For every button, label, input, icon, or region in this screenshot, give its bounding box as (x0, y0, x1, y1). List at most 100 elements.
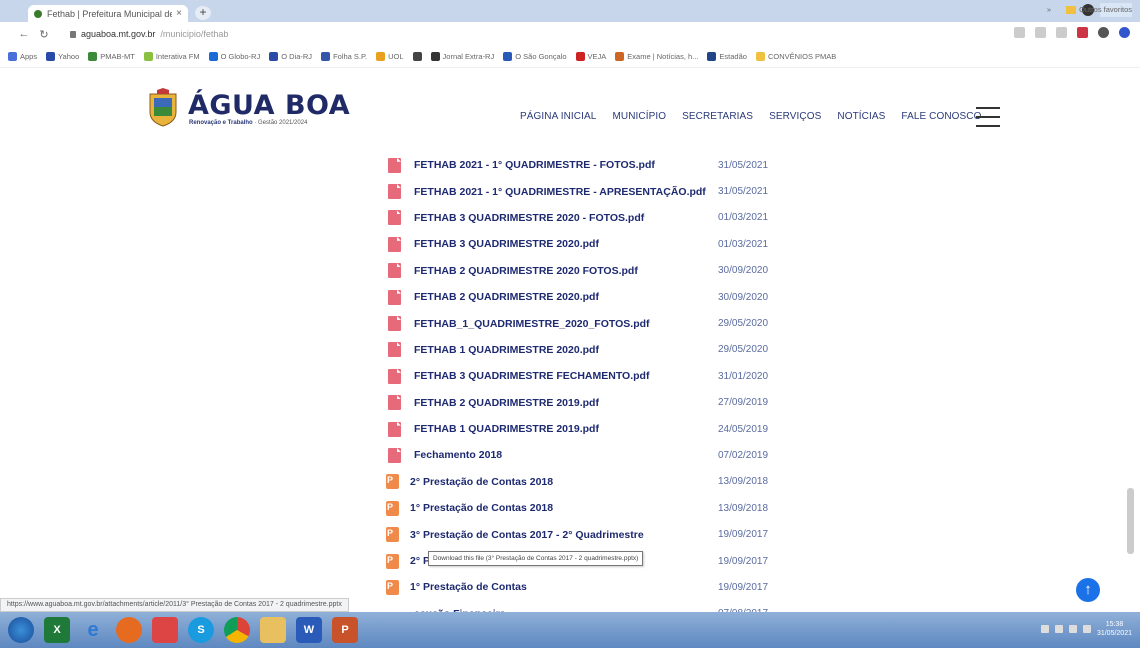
account-icon[interactable] (1119, 27, 1130, 38)
city-crest-icon[interactable] (146, 88, 180, 128)
nav-municipio[interactable]: MUNICÍPIO (612, 111, 666, 122)
file-download-link[interactable]: FETHAB 2 QUADRIMESTRE 2020 FOTOS.pdf (414, 265, 638, 277)
extension-pdf-icon[interactable] (1077, 27, 1088, 38)
site-logo-name[interactable]: ÁGUA BOA (188, 90, 350, 121)
file-download-link[interactable]: FETHAB 1 QUADRIMESTRE 2019.pdf (414, 423, 599, 435)
pdf-file-icon[interactable] (388, 236, 401, 252)
back-icon[interactable]: ← (14, 28, 34, 40)
scroll-to-top-button[interactable]: ↑ (1076, 578, 1100, 602)
pdf-file-icon[interactable] (388, 421, 401, 437)
bookmark-item[interactable]: O São Gonçalo (503, 52, 567, 61)
nav-noticias[interactable]: NOTÍCIAS (837, 111, 885, 122)
url-field[interactable]: aguaboa.mt.gov.br/municipio/fethab (70, 29, 228, 39)
file-download-link[interactable]: FETHAB 1 QUADRIMESTRE 2020.pdf (414, 344, 599, 356)
pdf-file-icon[interactable] (388, 263, 401, 279)
star-icon[interactable] (1056, 27, 1067, 38)
file-download-link[interactable]: FETHAB 2021 - 1° QUADRIMESTRE - APRESENT… (414, 186, 706, 198)
bookmark-item[interactable]: Jornal Extra-RJ (430, 52, 494, 61)
pdf-file-icon[interactable] (388, 157, 401, 173)
reload-icon[interactable]: ↻ (34, 28, 54, 41)
bookmark-item[interactable]: Estadão (707, 52, 747, 61)
file-download-link[interactable]: FETHAB 3 QUADRIMESTRE FECHAMENTO.pdf (414, 370, 649, 382)
lock-icon (70, 30, 76, 38)
pptx-file-icon[interactable] (386, 474, 399, 490)
pdf-file-icon[interactable] (388, 342, 401, 358)
url-host: aguaboa.mt.gov.br (81, 29, 156, 39)
powerpoint-icon[interactable]: P (332, 617, 358, 643)
bookmark-item[interactable]: Yahoo (46, 52, 79, 61)
clock[interactable]: 15:38 31/05/2021 (1097, 620, 1132, 638)
file-download-link[interactable]: 1° Prestação de Contas 2018 (410, 502, 553, 514)
file-date: 29/05/2020 (718, 344, 769, 356)
start-button-icon[interactable] (8, 617, 34, 643)
tab-close-icon[interactable]: × (176, 8, 182, 19)
bookmark-item[interactable]: CONVÊNIOS PMAB (755, 52, 836, 61)
nav-pagina-inicial[interactable]: PÁGINA INICIAL (520, 111, 596, 122)
bookmark-icon (8, 52, 17, 61)
bookmark-item[interactable]: Folha S.P. (321, 52, 367, 61)
file-download-link[interactable]: Fechamento 2018 (414, 449, 502, 461)
file-row: 2° Prestação de Contas 2018 13/09/2018 (384, 469, 804, 495)
bookmark-item[interactable] (412, 52, 422, 61)
file-download-link[interactable]: 1° Prestação de Contas (410, 581, 527, 593)
file-download-link[interactable]: FETHAB 2 QUADRIMESTRE 2019.pdf (414, 397, 599, 409)
bookmark-item[interactable]: UOL (376, 52, 404, 61)
bookmark-item[interactable]: O Dia-RJ (269, 52, 312, 61)
browser-tab[interactable]: Fethab | Prefeitura Municipal de × (28, 5, 188, 22)
pdf-file-icon[interactable] (388, 210, 401, 226)
file-download-link[interactable]: 3° Prestação de Contas 2017 - 2° Quadrim… (410, 529, 644, 541)
pptx-file-icon[interactable] (386, 527, 399, 543)
nav-secretarias[interactable]: SECRETARIAS (682, 111, 753, 122)
file-download-link[interactable]: 2° Prestação de Contas 2018 (410, 476, 553, 488)
skype-icon[interactable]: S (188, 617, 214, 643)
bookmark-item[interactable]: O Globo-RJ (208, 52, 260, 61)
pdf-file-icon[interactable] (388, 184, 401, 200)
file-explorer-icon[interactable] (260, 617, 286, 643)
pdf-file-icon[interactable] (388, 395, 401, 411)
other-bookmarks[interactable]: » Outros favoritos (1047, 5, 1132, 14)
link-status-bar: https://www.aguaboa.mt.gov.br/attachment… (0, 598, 349, 612)
file-download-link[interactable]: FETHAB 3 QUADRIMESTRE 2020 - FOTOS.pdf (414, 212, 644, 224)
chrome-icon[interactable] (224, 617, 250, 643)
excel-icon[interactable]: X (44, 617, 70, 643)
pdf-file-icon[interactable] (388, 447, 401, 463)
media-player-icon[interactable] (152, 617, 178, 643)
bookmark-item[interactable]: PMAB-MT (88, 52, 135, 61)
new-tab-button[interactable]: + (195, 6, 211, 20)
pdf-file-icon[interactable] (388, 368, 401, 384)
bookmark-icon (269, 52, 279, 61)
pptx-file-icon[interactable] (386, 553, 399, 569)
bookmark-item[interactable]: Interativa FM (143, 52, 200, 61)
pdf-file-icon[interactable] (388, 289, 401, 305)
bookmarks-more-icon[interactable]: » (1047, 5, 1051, 14)
pptx-file-icon[interactable] (386, 579, 399, 595)
pptx-file-icon[interactable] (386, 500, 399, 516)
network-icon[interactable] (1054, 625, 1063, 633)
flag-icon[interactable] (1082, 625, 1091, 633)
nav-servicos[interactable]: SERVIÇOS (769, 111, 821, 122)
bookmark-label: Apps (20, 52, 38, 61)
internet-explorer-icon[interactable]: e (80, 617, 106, 643)
file-download-link[interactable]: FETHAB 2 QUADRIMESTRE 2020.pdf (414, 291, 599, 303)
bookmark-item[interactable]: VEJA (575, 52, 606, 61)
nav-fale-conosco[interactable]: FALE CONOSCO (901, 111, 981, 122)
bookmark-icon (707, 52, 717, 61)
firefox-icon[interactable] (116, 617, 142, 643)
tray-up-icon[interactable] (1040, 625, 1049, 633)
word-icon[interactable]: W (296, 617, 322, 643)
volume-icon[interactable] (1068, 625, 1077, 633)
extensions-icon[interactable] (1098, 27, 1109, 38)
bookmark-item[interactable]: Apps (8, 52, 37, 61)
file-date: 19/09/2017 (718, 581, 769, 593)
pdf-file-icon[interactable] (388, 316, 401, 332)
file-download-link[interactable]: FETHAB_1_QUADRIMESTRE_2020_FOTOS.pdf (414, 318, 650, 330)
file-download-link[interactable]: FETHAB 2021 - 1° QUADRIMESTRE - FOTOS.pd… (414, 159, 655, 171)
clock-time: 15:38 (1105, 621, 1124, 628)
hamburger-menu-icon[interactable] (976, 107, 1000, 127)
file-row: FETHAB 1 QUADRIMESTRE 2020.pdf 29/05/2020 (384, 337, 804, 363)
page-scrollbar[interactable] (1127, 488, 1134, 554)
bookmark-item[interactable]: Exame | Notícias, h... (615, 52, 698, 61)
translate-icon[interactable] (1014, 27, 1025, 38)
zoom-icon[interactable] (1035, 27, 1046, 38)
file-download-link[interactable]: FETHAB 3 QUADRIMESTRE 2020.pdf (414, 238, 599, 250)
